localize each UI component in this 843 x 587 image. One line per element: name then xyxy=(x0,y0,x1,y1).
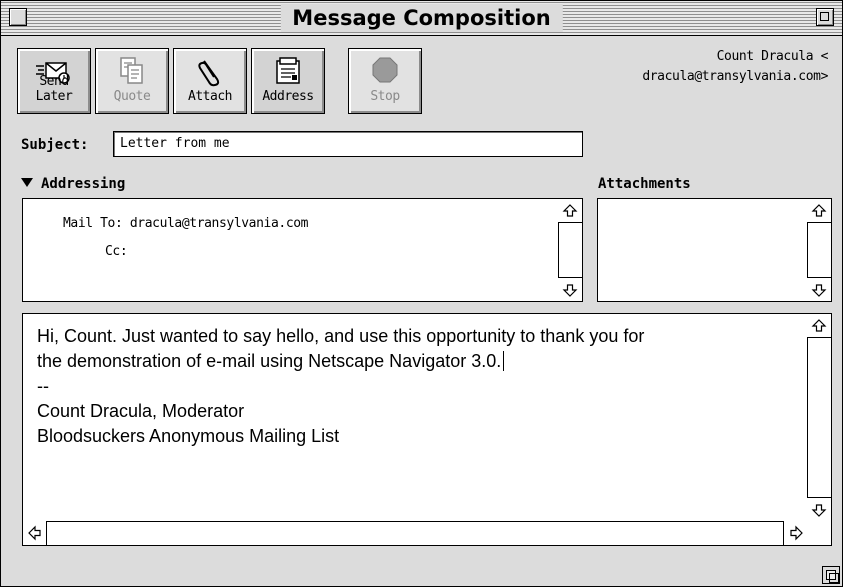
body-line-with-caret: the demonstration of e-mail using Netsca… xyxy=(37,349,791,374)
zoom-box[interactable] xyxy=(816,8,834,26)
address-button[interactable]: Address xyxy=(251,48,325,114)
attachments-pane[interactable] xyxy=(597,198,832,302)
message-composition-window: Message Composition Send Later Quote Att… xyxy=(0,0,843,587)
quote-label: Quote xyxy=(113,89,151,104)
body-line: Count Dracula, Moderator xyxy=(37,401,245,421)
scroll-right-arrow-icon[interactable] xyxy=(783,521,807,545)
scroll-up-arrow-icon[interactable] xyxy=(807,199,831,223)
cc-label: Cc: xyxy=(105,244,128,259)
address-book-icon xyxy=(276,57,300,84)
body-line: the demonstration of e-mail using Netsca… xyxy=(37,351,502,371)
stop-button[interactable]: Stop xyxy=(348,48,422,114)
sender-name: Count Dracula < xyxy=(716,49,829,64)
body-horizontal-scrollbar[interactable] xyxy=(23,521,807,545)
text-caret xyxy=(503,351,505,371)
attach-label: Attach xyxy=(188,89,232,104)
scroll-down-arrow-icon[interactable] xyxy=(807,497,831,521)
subject-label: Subject: xyxy=(21,137,89,153)
attach-button[interactable]: Attach xyxy=(173,48,247,114)
body-line: Hi, Count. Just wanted to say hello, and… xyxy=(37,326,645,346)
stop-icon xyxy=(372,57,398,83)
mail-to-field[interactable]: dracula@transylvania.com xyxy=(130,216,309,231)
scroll-down-arrow-icon[interactable] xyxy=(558,277,582,301)
stop-label: Stop xyxy=(370,89,400,104)
resize-grow-box-icon[interactable] xyxy=(822,566,840,584)
paperclip-icon xyxy=(198,60,220,87)
title-bar[interactable]: Message Composition xyxy=(1,1,842,36)
scroll-up-arrow-icon[interactable] xyxy=(807,314,831,338)
addressing-toggle[interactable]: Addressing xyxy=(21,176,125,192)
send-later-label: Send Later xyxy=(35,74,73,104)
mail-to-label: Mail To: xyxy=(63,216,123,231)
addressing-vertical-scrollbar[interactable] xyxy=(558,199,582,301)
message-body-text[interactable]: Hi, Count. Just wanted to say hello, and… xyxy=(37,324,791,449)
address-label: Address xyxy=(262,89,314,104)
send-later-button[interactable]: Send Later xyxy=(17,48,91,114)
message-body-pane[interactable]: Hi, Count. Just wanted to say hello, and… xyxy=(22,313,832,546)
scroll-down-arrow-icon[interactable] xyxy=(807,277,831,301)
body-line: -- xyxy=(37,376,49,396)
window-title: Message Composition xyxy=(280,4,563,32)
scroll-left-arrow-icon[interactable] xyxy=(23,521,47,545)
subject-input[interactable]: Letter from me xyxy=(113,131,583,157)
disclosure-triangle-icon[interactable] xyxy=(21,178,33,187)
body-line: Bloodsuckers Anonymous Mailing List xyxy=(37,426,340,446)
sender-identity: Count Dracula < dracula@transylvania.com… xyxy=(642,47,828,87)
attachments-label: Attachments xyxy=(598,176,691,192)
addressing-label: Addressing xyxy=(41,176,126,192)
addressing-pane[interactable]: Mail To: dracula@transylvania.com Cc: xyxy=(22,198,583,302)
sender-email: dracula@transylvania.com> xyxy=(642,69,828,84)
body-vertical-scrollbar[interactable] xyxy=(807,314,831,521)
close-box[interactable] xyxy=(9,8,27,26)
scroll-up-arrow-icon[interactable] xyxy=(558,199,582,223)
attachments-vertical-scrollbar[interactable] xyxy=(807,199,831,301)
quote-icon xyxy=(120,57,143,84)
quote-button[interactable]: Quote xyxy=(95,48,169,114)
